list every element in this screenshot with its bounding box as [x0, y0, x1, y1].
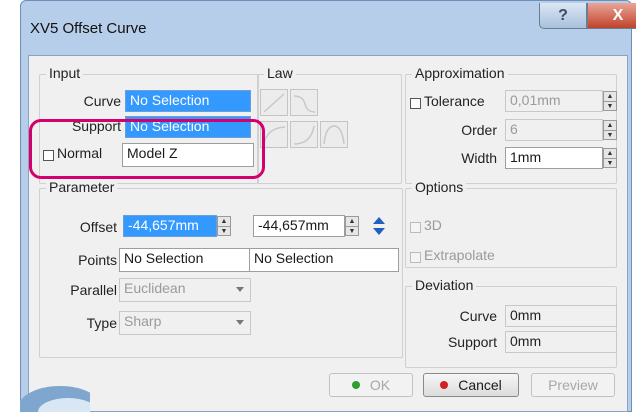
normal-highlight-annotation	[29, 119, 265, 179]
deviation-support-label: Support	[447, 334, 497, 350]
extrapolate-label: Extrapolate	[424, 247, 495, 263]
width-spinner[interactable]: ▲ ▼	[603, 148, 617, 168]
points-label: Points	[78, 252, 117, 268]
tolerance-spinner[interactable]: ▲ ▼	[603, 91, 617, 111]
law-concave-button[interactable]	[290, 121, 318, 148]
deviation-curve-label: Curve	[459, 308, 497, 324]
offset-field-1[interactable]: -44,657mm	[123, 215, 217, 237]
offset-spinner-1[interactable]: ▲ ▼	[217, 216, 231, 236]
offset-field-2[interactable]: -44,657mm	[253, 215, 345, 237]
parallel-label: Parallel	[70, 282, 117, 298]
law-s-icon	[293, 95, 316, 113]
extrapolate-checkbox[interactable]	[410, 252, 421, 263]
cancel-button[interactable]: Cancel	[423, 373, 519, 397]
order-label: Order	[461, 122, 497, 138]
curve-field[interactable]: No Selection	[125, 90, 251, 112]
deviation-curve-value: 0mm	[505, 305, 617, 327]
parameter-group-label: Parameter	[46, 179, 118, 195]
law-arch-icon	[323, 125, 345, 145]
swap-direction-button[interactable]	[367, 214, 391, 238]
ok-dot-icon	[351, 381, 360, 389]
deviation-group-label: Deviation	[412, 277, 477, 293]
tolerance-label: Tolerance	[424, 93, 485, 109]
offset-label: Offset	[79, 219, 117, 235]
width-field[interactable]: 1mm	[505, 147, 603, 169]
law-arch-button[interactable]	[320, 121, 348, 148]
law-concave-icon	[293, 125, 315, 145]
law-group-label: Law	[264, 65, 296, 81]
3d-label: 3D	[424, 217, 442, 233]
offset-spinner-2[interactable]: ▲ ▼	[345, 216, 359, 236]
tolerance-checkbox[interactable]	[410, 98, 421, 109]
cancel-dot-icon	[440, 381, 449, 389]
close-icon: X	[612, 6, 624, 24]
type-label: Type	[86, 315, 117, 331]
3d-checkbox[interactable]	[410, 222, 421, 233]
help-icon: ?	[558, 6, 568, 24]
deviation-support-value: 0mm	[505, 331, 617, 353]
ok-button[interactable]: OK	[329, 373, 413, 397]
parallel-combo[interactable]: Euclidean	[119, 278, 251, 302]
law-linear-button[interactable]	[260, 89, 288, 116]
options-group-label: Options	[412, 179, 467, 195]
close-button[interactable]: X	[587, 3, 636, 29]
parallel-value: Euclidean	[124, 280, 186, 296]
input-group-label: Input	[46, 65, 84, 81]
law-linear-icon	[263, 93, 285, 113]
points-field-2[interactable]: No Selection	[249, 248, 399, 272]
type-combo[interactable]: Sharp	[119, 311, 251, 335]
dialog-body: Input Curve No Selection Support No Sele…	[28, 55, 628, 412]
type-value: Sharp	[124, 313, 162, 329]
approximation-group-label: Approximation	[412, 65, 508, 81]
order-spinner[interactable]: ▲ ▼	[603, 120, 617, 140]
law-s-button[interactable]	[290, 89, 318, 116]
chevron-down-icon	[236, 287, 244, 292]
points-field-1[interactable]: No Selection	[119, 248, 250, 272]
tolerance-field[interactable]: 0,01mm	[505, 90, 603, 112]
logo-swoosh-icon	[20, 386, 90, 412]
deviation-group: Deviation	[405, 277, 617, 368]
preview-button[interactable]: Preview	[531, 373, 615, 397]
swap-direction-icon	[373, 217, 385, 235]
width-label: Width	[461, 150, 497, 166]
help-button[interactable]: ?	[539, 3, 587, 29]
chevron-down-icon	[236, 320, 244, 325]
order-field[interactable]: 6	[505, 119, 603, 141]
curve-label: Curve	[83, 93, 121, 109]
window-title: XV5 Offset Curve	[30, 20, 147, 37]
